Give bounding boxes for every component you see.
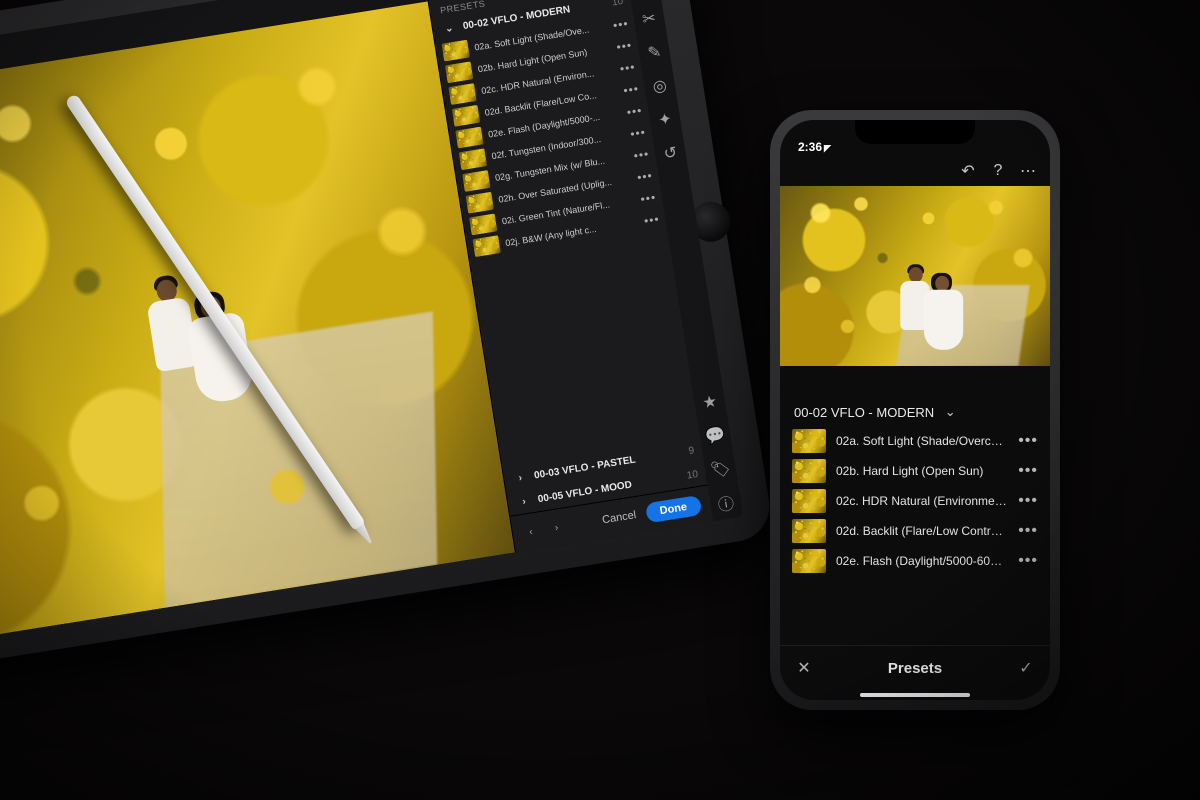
home-indicator[interactable] xyxy=(780,690,1050,700)
preset-label: 02e. Flash (Daylight/5000-6000K) xyxy=(836,554,1008,568)
location-icon: ◤ xyxy=(824,143,831,154)
more-icon[interactable]: ••• xyxy=(626,103,644,119)
confirm-icon[interactable]: ✓ xyxy=(1018,660,1034,676)
preset-label: 02b. Hard Light (Open Sun) xyxy=(836,464,1008,478)
group-count: 10 xyxy=(686,468,699,481)
more-icon[interactable]: ••• xyxy=(636,168,654,184)
preset-row[interactable]: 02c. HDR Natural (Environmental) ••• xyxy=(780,486,1050,516)
phone-screen: 2:36 ◤ ↶ ? ⋯ 00-02 VFLO - MODERN ⌄ xyxy=(780,120,1050,700)
adjust-icon[interactable]: ◎ xyxy=(651,77,669,95)
phone-notch xyxy=(855,120,975,144)
tablet-device: ‹ Apr 13 ↶ ↷ ? ⇪ ☁ ⋯ xyxy=(0,0,775,676)
chevron-right-icon: › xyxy=(511,469,529,487)
chevron-down-icon: ⌄ xyxy=(942,404,958,420)
status-time: 2:36 xyxy=(798,140,822,154)
group-count: 9 xyxy=(688,445,695,457)
more-icon[interactable]: ••• xyxy=(1018,432,1038,450)
edit-icon[interactable]: ✎ xyxy=(645,43,663,61)
next-icon[interactable]: › xyxy=(547,519,565,537)
more-icon[interactable]: ••• xyxy=(612,16,630,32)
prev-icon[interactable]: ‹ xyxy=(522,523,540,541)
group-count: 10 xyxy=(611,0,624,8)
preset-row[interactable]: 02d. Backlit (Flare/Low Contrast) ••• xyxy=(780,516,1050,546)
crop-icon[interactable]: ✂ xyxy=(640,10,658,28)
footer-title: Presets xyxy=(812,660,1018,677)
phone-device: 2:36 ◤ ↶ ? ⋯ 00-02 VFLO - MODERN ⌄ xyxy=(770,110,1060,710)
preset-label: 02c. HDR Natural (Environmental) xyxy=(836,494,1008,508)
preset-row[interactable]: 02b. Hard Light (Open Sun) ••• xyxy=(780,456,1050,486)
star-icon[interactable]: ★ xyxy=(701,393,719,411)
chevron-right-icon: › xyxy=(515,492,533,510)
undo-icon[interactable]: ↶ xyxy=(960,163,976,179)
history-icon[interactable]: ↺ xyxy=(661,144,679,162)
more-icon[interactable]: ••• xyxy=(640,190,658,206)
more-icon[interactable]: ••• xyxy=(633,147,651,163)
heal-icon[interactable]: ✦ xyxy=(656,111,674,129)
more-icon[interactable]: ⋯ xyxy=(1020,163,1036,179)
done-button[interactable]: Done xyxy=(644,495,702,523)
preset-row[interactable]: 02e. Flash (Daylight/5000-6000K) ••• xyxy=(780,546,1050,576)
close-icon[interactable]: ✕ xyxy=(796,660,812,676)
help-icon[interactable]: ? xyxy=(990,163,1006,179)
more-icon[interactable]: ••• xyxy=(1018,462,1038,480)
preset-row[interactable]: 02a. Soft Light (Shade/Overcast) ••• xyxy=(780,426,1050,456)
more-icon[interactable]: ••• xyxy=(643,212,661,228)
phone-preset-group[interactable]: 00-02 VFLO - MODERN ⌄ xyxy=(780,398,1050,426)
more-icon[interactable]: ••• xyxy=(1018,552,1038,570)
chevron-down-icon: ⌄ xyxy=(440,19,458,37)
more-icon[interactable]: ••• xyxy=(619,60,637,76)
more-icon[interactable]: ••• xyxy=(1018,522,1038,540)
preset-label: 02a. Soft Light (Shade/Overcast) xyxy=(836,434,1008,448)
tag-icon[interactable]: 🏷 xyxy=(711,460,729,478)
phone-toolbar: ↶ ? ⋯ xyxy=(780,156,1050,186)
info-icon[interactable]: ⓘ xyxy=(717,494,735,512)
phone-photo-canvas[interactable] xyxy=(780,186,1050,366)
more-icon[interactable]: ••• xyxy=(615,38,633,54)
phone-footer: ✕ Presets ✓ xyxy=(780,645,1050,690)
comment-icon[interactable]: 💬 xyxy=(706,427,724,445)
more-icon[interactable]: ••• xyxy=(629,125,647,141)
more-icon[interactable]: ••• xyxy=(1018,492,1038,510)
preset-label: 02d. Backlit (Flare/Low Contrast) xyxy=(836,524,1008,538)
cancel-button[interactable]: Cancel xyxy=(601,509,637,526)
group-label: 00-02 VFLO - MODERN xyxy=(794,405,934,420)
more-icon[interactable]: ••• xyxy=(622,81,640,97)
